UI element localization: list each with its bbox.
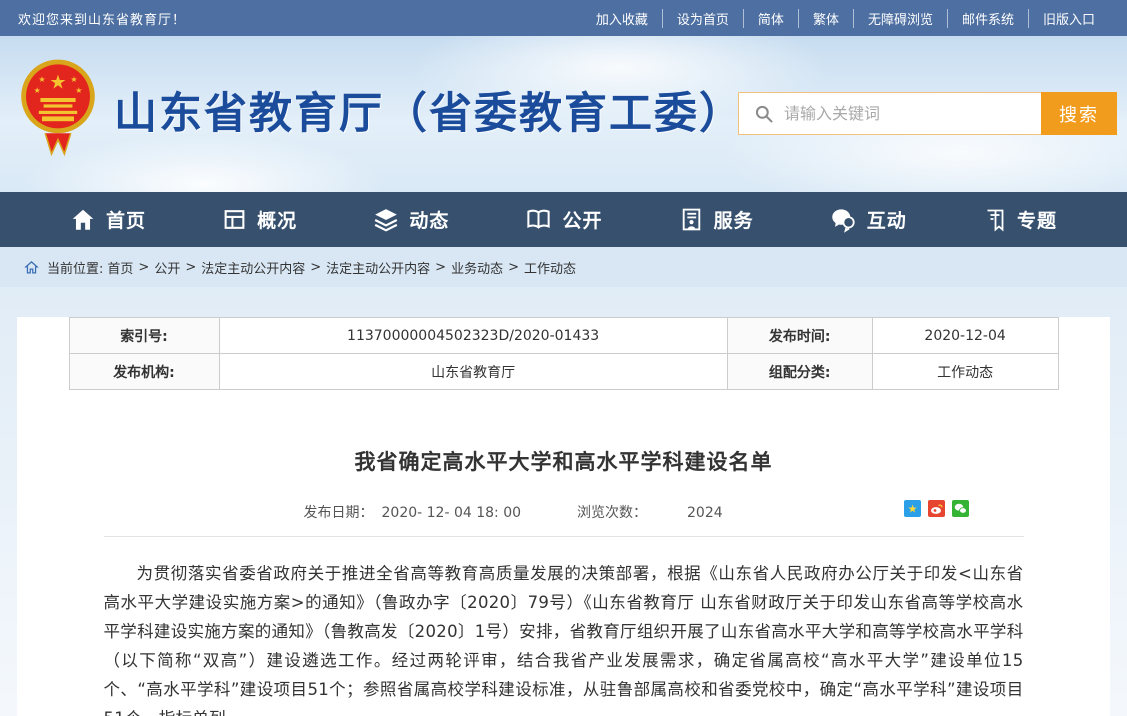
svg-text:★: ★ <box>907 503 917 516</box>
nav-item-overview[interactable]: 概况 <box>222 206 297 233</box>
topbar-link-accessibility[interactable]: 无障碍浏览 <box>853 9 947 28</box>
site-title: 山东省教育厅（省委教育工委） <box>114 79 744 141</box>
search-button[interactable]: 搜索 <box>1041 92 1117 135</box>
wechat-share-icon[interactable] <box>952 500 969 517</box>
topbar-links: 加入收藏 设为首页 简体 繁体 无障碍浏览 邮件系统 旧版入口 <box>582 9 1109 28</box>
open-book-icon <box>525 206 552 233</box>
meta-label-pubtime: 发布时间: <box>727 318 872 354</box>
nav-label: 专题 <box>1017 206 1057 233</box>
search-input[interactable] <box>784 93 1041 134</box>
nav-label: 公开 <box>562 206 602 233</box>
topbar-link-simplified[interactable]: 简体 <box>743 9 798 28</box>
meta-label-index: 索引号: <box>69 318 219 354</box>
nav-item-topics[interactable]: 专题 <box>983 206 1057 233</box>
meta-value-index: 11370000004502323D/2020-01433 <box>219 318 727 354</box>
breadcrumb-separator: > <box>185 260 196 275</box>
topbar-link-oldsite[interactable]: 旧版入口 <box>1028 9 1109 28</box>
topbar-link-traditional[interactable]: 繁体 <box>798 9 853 28</box>
welcome-text: 欢迎您来到山东省教育厅！ <box>18 9 186 28</box>
nav-label: 动态 <box>409 206 449 233</box>
breadcrumb-separator: > <box>435 260 446 275</box>
chat-bubbles-icon <box>830 206 857 233</box>
nav-label: 首页 <box>106 206 146 233</box>
topbar-link-homepage[interactable]: 设为首页 <box>662 9 743 28</box>
meta-label-category: 组配分类: <box>727 354 872 390</box>
search-icon <box>754 104 774 124</box>
topbar: 欢迎您来到山东省教育厅！ 加入收藏 设为首页 简体 繁体 无障碍浏览 邮件系统 … <box>0 0 1127 36</box>
nav-item-interact[interactable]: 互动 <box>830 206 907 233</box>
service-doc-icon <box>679 207 704 232</box>
nav-label: 服务 <box>714 206 754 233</box>
breadcrumb-item-open[interactable]: 公开 <box>154 258 180 277</box>
topics-doc-icon <box>983 208 1007 232</box>
views-label: 浏览次数： <box>577 505 647 521</box>
share-icons: ★ <box>904 500 969 517</box>
publish-date-value: 2020- 12- 04 18: 00 <box>382 505 522 521</box>
document-meta-table: 索引号: 11370000004502323D/2020-01433 发布时间:… <box>69 317 1059 390</box>
article-body: 为贯彻落实省委省政府关于推进全省高等教育高质量发展的决策部署，根据《山东省人民政… <box>104 559 1024 716</box>
nav-item-open[interactable]: 公开 <box>525 206 602 233</box>
nav-item-home[interactable]: 首页 <box>70 206 146 233</box>
meta-value-category: 工作动态 <box>872 354 1058 390</box>
breadcrumb-item-business[interactable]: 业务动态 <box>451 258 503 277</box>
qzone-share-icon[interactable]: ★ <box>904 500 921 517</box>
article: 我省确定高水平大学和高水平学科建设名单 发布日期： 2020- 12- 04 18… <box>104 446 1024 716</box>
nav-item-service[interactable]: 服务 <box>679 206 754 233</box>
breadcrumb-separator: > <box>310 260 321 275</box>
breadcrumb-item-statutory-2[interactable]: 法定主动公开内容 <box>326 258 430 277</box>
article-paragraph: 为贯彻落实省委省政府关于推进全省高等教育高质量发展的决策部署，根据《山东省人民政… <box>104 559 1024 716</box>
topbar-link-mail[interactable]: 邮件系统 <box>947 9 1028 28</box>
china-national-emblem-icon: ★ ★ ★ ★ ★ <box>18 58 98 162</box>
search-box: 搜索 <box>738 92 1117 135</box>
nav-label: 概况 <box>257 206 297 233</box>
overview-icon <box>222 207 247 232</box>
home-outline-icon <box>24 260 39 275</box>
svg-text:★: ★ <box>75 86 82 95</box>
nav-label: 互动 <box>867 206 907 233</box>
publish-date-label: 发布日期： <box>304 505 374 521</box>
content-card: 索引号: 11370000004502323D/2020-01433 发布时间:… <box>17 317 1110 716</box>
meta-value-agency: 山东省教育厅 <box>219 354 727 390</box>
breadcrumb-separator: > <box>138 260 149 275</box>
news-stack-icon <box>373 207 399 233</box>
site-header: ★ ★ ★ ★ ★ 山东省教育厅（省委教育工委） 搜索 <box>0 36 1127 192</box>
article-title: 我省确定高水平大学和高水平学科建设名单 <box>104 446 1024 476</box>
breadcrumb-item-home[interactable]: 首页 <box>107 258 133 277</box>
main-nav: 首页 概况 动态 公开 服务 <box>0 192 1127 247</box>
svg-text:★: ★ <box>49 70 66 93</box>
weibo-share-icon[interactable] <box>928 500 945 517</box>
svg-text:★: ★ <box>34 86 41 95</box>
breadcrumb: 当前位置: 首页 > 公开 > 法定主动公开内容 > 法定主动公开内容 > 业务… <box>0 247 1127 287</box>
svg-text:★: ★ <box>38 75 45 84</box>
breadcrumb-item-statutory-1[interactable]: 法定主动公开内容 <box>201 258 305 277</box>
topbar-link-favorite[interactable]: 加入收藏 <box>582 9 662 28</box>
article-meta: 发布日期： 2020- 12- 04 18: 00 浏览次数： 2024 ★ <box>104 502 1024 537</box>
meta-value-pubtime: 2020-12-04 <box>872 318 1058 354</box>
brand: ★ ★ ★ ★ ★ 山东省教育厅（省委教育工委） <box>18 58 744 162</box>
breadcrumb-item-work[interactable]: 工作动态 <box>524 258 576 277</box>
breadcrumb-prefix: 当前位置: <box>47 258 103 277</box>
breadcrumb-separator: > <box>508 260 519 275</box>
meta-label-agency: 发布机构: <box>69 354 219 390</box>
home-icon <box>70 207 96 233</box>
table-row: 索引号: 11370000004502323D/2020-01433 发布时间:… <box>69 318 1058 354</box>
views-value: 2024 <box>687 505 723 521</box>
svg-text:★: ★ <box>70 75 77 84</box>
nav-item-news[interactable]: 动态 <box>373 206 449 233</box>
table-row: 发布机构: 山东省教育厅 组配分类: 工作动态 <box>69 354 1058 390</box>
